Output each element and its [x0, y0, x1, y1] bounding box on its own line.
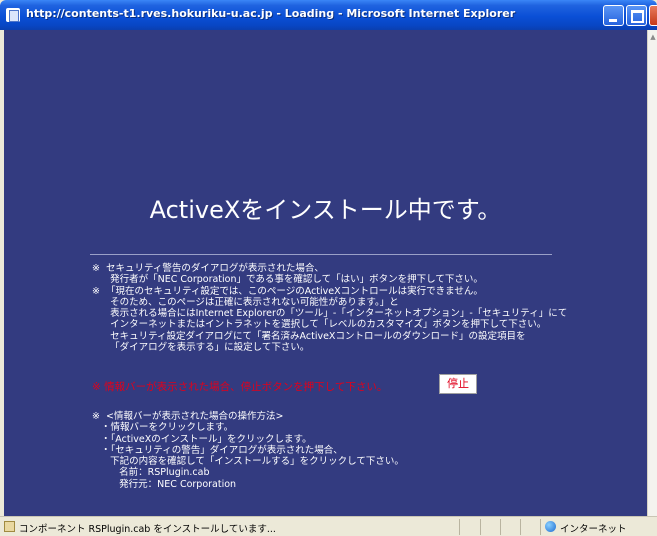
status-text: コンポーネント RSPlugin.cab をインストールしています... [19, 524, 276, 535]
minimize-button[interactable] [603, 5, 624, 26]
status-divider [480, 519, 481, 535]
maximize-button[interactable] [626, 5, 647, 26]
security-notes: ※ セキュリティ警告のダイアログが表示された場合、 発行者が「NEC Corpo… [92, 263, 568, 354]
status-divider [459, 519, 460, 535]
info-bar-instructions: ※ <情報バーが表示された場合の操作方法> ・情報バーをクリックします。 ・「A… [92, 411, 404, 490]
vertical-scrollbar[interactable]: ▲ [647, 30, 657, 516]
install-headline: ActiveXをインストール中です。 [149, 196, 502, 224]
stop-button[interactable]: 停止 [439, 374, 477, 394]
internet-globe-icon [545, 521, 556, 532]
status-divider [500, 519, 501, 535]
divider [90, 254, 552, 255]
security-zone: インターネット [560, 524, 627, 535]
close-button[interactable] [649, 5, 657, 26]
page-content: ActiveXをインストール中です。 ※ セキュリティ警告のダイアログが表示され… [4, 30, 647, 516]
page-loading-icon [4, 521, 15, 532]
scroll-up-arrow-icon[interactable]: ▲ [648, 30, 657, 44]
status-divider [520, 519, 521, 535]
info-bar-warning: ※ 情報バーが表示された場合、停止ボタンを押下して下さい。 [92, 381, 388, 393]
window-title: http://contents-t1.rves.hokuriku-u.ac.jp… [26, 7, 516, 20]
ie-page-icon [6, 8, 20, 22]
title-bar[interactable]: http://contents-t1.rves.hokuriku-u.ac.jp… [0, 0, 657, 30]
status-bar: コンポーネント RSPlugin.cab をインストールしています... インタ… [0, 516, 657, 536]
status-divider [540, 519, 541, 535]
browser-window: http://contents-t1.rves.hokuriku-u.ac.jp… [0, 0, 657, 536]
